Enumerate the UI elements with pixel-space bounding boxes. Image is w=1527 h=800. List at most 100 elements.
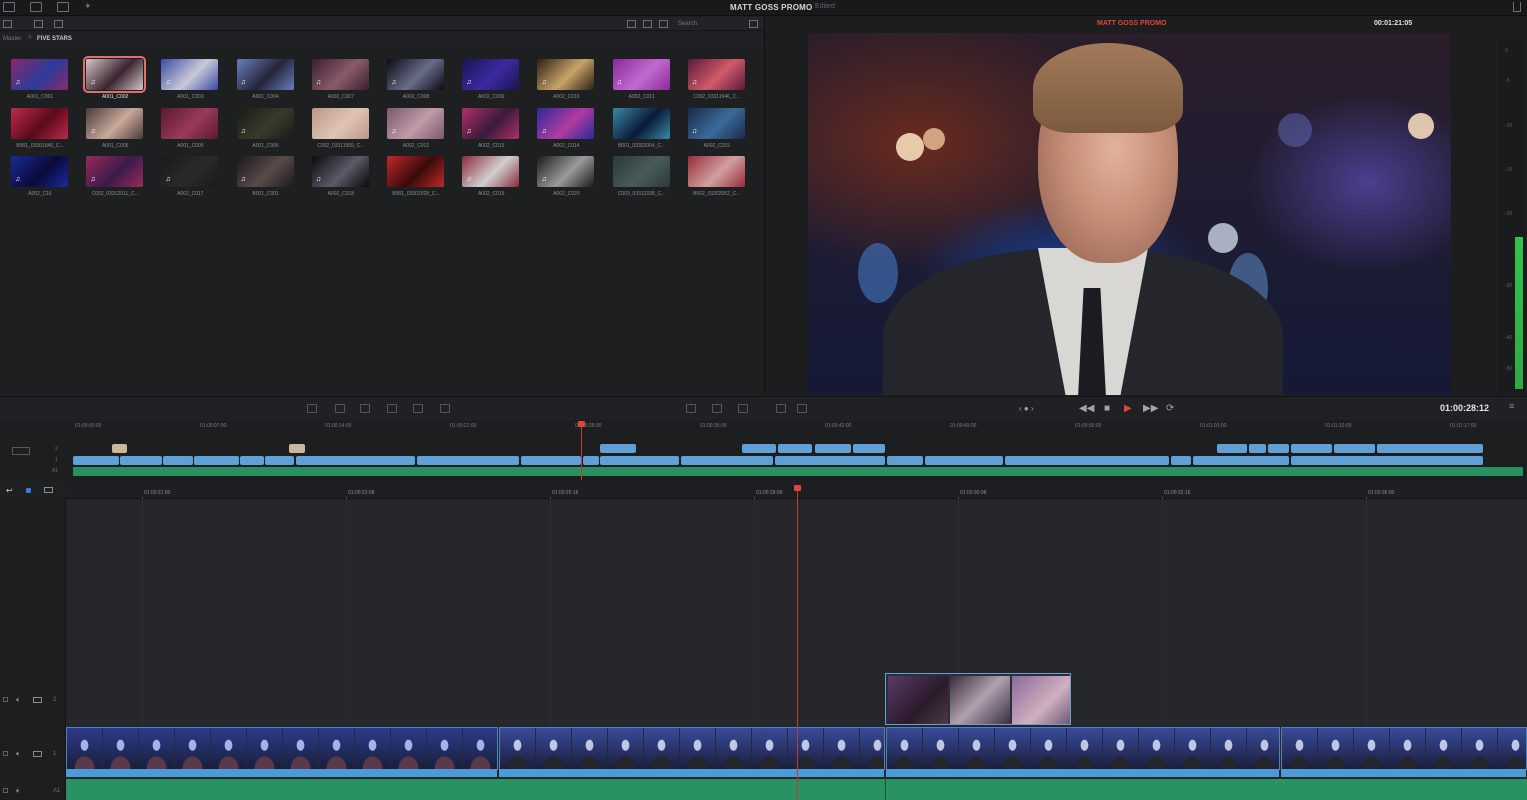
- media-clip[interactable]: ♫ C002_03311946_C...: [687, 58, 747, 102]
- mini-title-clip[interactable]: [112, 444, 127, 453]
- mini-video-clip-v2[interactable]: [853, 444, 885, 453]
- media-pool-icon[interactable]: [3, 2, 15, 12]
- source-overwrite-icon[interactable]: [712, 404, 722, 413]
- play-button[interactable]: ▶: [1124, 404, 1132, 414]
- media-clip[interactable]: ♫ C002_03312011_C...: [85, 155, 145, 199]
- mini-video-clip-v2[interactable]: [1249, 444, 1266, 453]
- mini-video-clip[interactable]: [600, 456, 679, 465]
- media-clip[interactable]: ♫ A002_C012: [386, 107, 446, 151]
- mini-title-clip[interactable]: [289, 444, 305, 453]
- mini-video-clip[interactable]: [1291, 456, 1483, 465]
- media-clip[interactable]: C002_03311959_C...: [311, 107, 371, 151]
- speaker-icon[interactable]: 🔈︎: [16, 749, 21, 759]
- mini-video-clip[interactable]: [583, 456, 599, 465]
- edit-index-icon[interactable]: [57, 2, 69, 12]
- search-input[interactable]: Search: [676, 19, 742, 29]
- media-clip[interactable]: A001_C005: [160, 107, 220, 151]
- monitor-icon[interactable]: [33, 751, 42, 757]
- mini-video-clip[interactable]: [265, 456, 294, 465]
- snapping-icon[interactable]: ↩: [6, 486, 13, 495]
- mini-video-clip-v2[interactable]: [815, 444, 851, 453]
- mini-video-clip[interactable]: [521, 456, 581, 465]
- jog-control[interactable]: ‹ ● ›: [1019, 404, 1034, 414]
- media-clip[interactable]: B002_03302052_C...: [687, 155, 747, 199]
- media-clip[interactable]: ♫ A002_C019: [461, 155, 521, 199]
- media-clip[interactable]: ♫ A002_C018: [311, 155, 371, 199]
- mini-video-clip[interactable]: [925, 456, 1003, 465]
- mini-video-clip[interactable]: [296, 456, 415, 465]
- mini-video-clip[interactable]: [120, 456, 162, 465]
- more-options-icon[interactable]: ≡: [1509, 401, 1519, 411]
- media-clip[interactable]: ♫ A001_C003: [160, 58, 220, 102]
- upper-playhead-handle[interactable]: [578, 421, 585, 427]
- lock-icon[interactable]: [3, 788, 8, 793]
- share-icon[interactable]: [1513, 2, 1521, 12]
- effects-icon[interactable]: [30, 2, 42, 12]
- mini-video-clip[interactable]: [775, 456, 885, 465]
- mini-video-clip[interactable]: [417, 456, 519, 465]
- mini-video-clip[interactable]: [1005, 456, 1169, 465]
- close-up-icon[interactable]: [686, 404, 696, 413]
- media-clip[interactable]: B001_03302028_C...: [386, 155, 446, 199]
- place-on-top-icon[interactable]: [387, 404, 397, 413]
- mini-video-clip[interactable]: [163, 456, 193, 465]
- sort-icon[interactable]: [749, 20, 758, 28]
- media-clip[interactable]: ♫ A002_C16: [10, 155, 70, 199]
- list-view-icon[interactable]: [643, 20, 652, 28]
- mini-video-clip-v2[interactable]: [742, 444, 776, 453]
- magic-wand-icon[interactable]: ✦: [84, 1, 96, 11]
- mini-video-clip-v2[interactable]: [1217, 444, 1247, 453]
- mini-video-clip[interactable]: [887, 456, 923, 465]
- mini-video-clip-v2[interactable]: [1377, 444, 1483, 453]
- mini-video-clip-v2[interactable]: [600, 444, 636, 453]
- media-clip[interactable]: ♫ A002_C009: [461, 58, 521, 102]
- media-clip[interactable]: ♫ A002_C011: [612, 58, 672, 102]
- speaker-icon[interactable]: 🔈︎: [16, 695, 21, 705]
- linked-selection-icon[interactable]: [26, 488, 31, 493]
- mini-video-clip[interactable]: [194, 456, 239, 465]
- media-clip[interactable]: ♫ A001_C002: [83, 56, 147, 102]
- breadcrumb-root[interactable]: Master: [3, 36, 21, 42]
- settings-sliders-icon[interactable]: [797, 404, 807, 413]
- mini-video-clip-v2[interactable]: [1268, 444, 1289, 453]
- upper-playhead[interactable]: [581, 424, 582, 480]
- media-clip[interactable]: B001_03301946_C...: [10, 107, 70, 151]
- lock-icon[interactable]: [3, 751, 8, 756]
- media-clip[interactable]: ♫ A002_C015: [687, 107, 747, 151]
- media-clip[interactable]: ♫ B001_C001: [236, 155, 296, 199]
- playback-options-icon[interactable]: [776, 404, 786, 413]
- media-clip[interactable]: ♫ A002_C013: [461, 107, 521, 151]
- upper-timeline-audio[interactable]: [73, 467, 1523, 476]
- mini-video-clip-v2[interactable]: [1334, 444, 1375, 453]
- filmstrip-icon[interactable]: [12, 447, 30, 455]
- media-clip[interactable]: ♫ A001_C006: [236, 107, 296, 151]
- media-clip[interactable]: C003_03312038_C...: [612, 155, 672, 199]
- lock-icon[interactable]: [3, 697, 8, 702]
- thumbnail-view-icon[interactable]: [627, 20, 636, 28]
- mini-video-clip-v2[interactable]: [1291, 444, 1332, 453]
- timeline-clip-v1[interactable]: [886, 727, 1280, 770]
- timeline-clip-v1[interactable]: [499, 727, 885, 770]
- mini-video-clip[interactable]: [681, 456, 773, 465]
- timeline-clip-v1[interactable]: [66, 727, 498, 770]
- overwrite-clip-icon[interactable]: [335, 404, 345, 413]
- playhead[interactable]: [797, 488, 798, 800]
- mini-video-clip-v2[interactable]: [778, 444, 812, 453]
- media-clip[interactable]: ♫ A002_C020: [536, 155, 596, 199]
- metadata-view-icon[interactable]: [659, 20, 668, 28]
- new-smart-bin-icon[interactable]: [54, 20, 63, 28]
- timeline-clip-v2[interactable]: [885, 673, 1071, 725]
- ripple-overwrite-icon[interactable]: [440, 404, 450, 413]
- media-clip[interactable]: ♫ A002_C017: [160, 155, 220, 199]
- media-clip[interactable]: ♫ A002_C010: [536, 58, 596, 102]
- media-clip[interactable]: ♫ A002_C014: [536, 107, 596, 151]
- go-to-start-button[interactable]: ◀◀: [1079, 404, 1094, 414]
- playhead-handle[interactable]: [794, 485, 801, 491]
- insert-clip-icon[interactable]: [307, 404, 317, 413]
- mini-video-clip[interactable]: [240, 456, 264, 465]
- monitor-icon[interactable]: [33, 697, 42, 703]
- append-end-icon[interactable]: [413, 404, 423, 413]
- media-clip[interactable]: B001_03302004_C...: [612, 107, 672, 151]
- speaker-icon[interactable]: 🔈︎: [16, 786, 21, 796]
- stop-button[interactable]: ■: [1104, 404, 1110, 414]
